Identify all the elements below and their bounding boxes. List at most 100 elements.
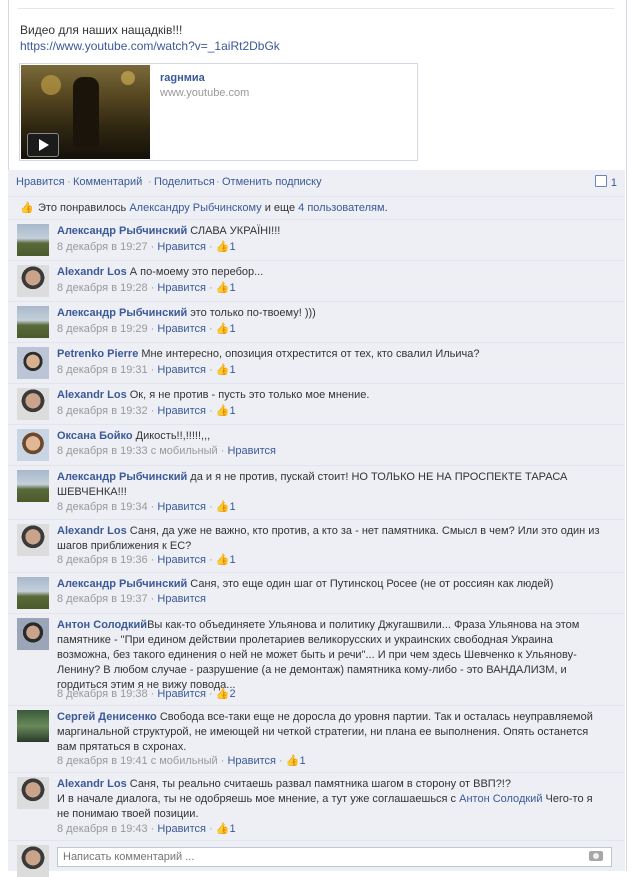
- separator-dot: ·: [148, 176, 152, 188]
- comment-time[interactable]: 8 декабря в 19:33: [57, 445, 148, 457]
- unsubscribe-link[interactable]: Отменить подписку: [222, 176, 322, 188]
- comment-time[interactable]: 8 декабря в 19:41: [57, 755, 148, 767]
- avatar[interactable]: [17, 710, 49, 742]
- comment-item: Александр Рыбчинский Саня, это еще один …: [8, 573, 625, 614]
- comment-author[interactable]: Alexandr Los: [57, 266, 127, 278]
- comment-time[interactable]: 8 декабря в 19:38: [57, 688, 148, 700]
- comment-like-value: 1: [229, 554, 236, 566]
- avatar[interactable]: [17, 347, 49, 379]
- other-likers-link[interactable]: 4 пользователям: [298, 202, 384, 214]
- share-link[interactable]: Поделиться: [154, 176, 215, 188]
- mention-link[interactable]: Антон Солодкий: [459, 793, 542, 805]
- comment-item: Alexandr Los Саня, да уже не важно, кто …: [8, 520, 625, 573]
- comment-like-count[interactable]: 👍1: [216, 823, 236, 835]
- comment-body: Petrenko Pierre Мне интересно, опозиция …: [57, 347, 602, 362]
- comment-time[interactable]: 8 декабря в 19:37: [57, 593, 148, 605]
- comment-like-count[interactable]: 👍1: [286, 755, 306, 767]
- avatar[interactable]: [17, 618, 49, 650]
- comment-time[interactable]: 8 декабря в 19:32: [57, 405, 148, 417]
- comment-like-link[interactable]: Нравится: [157, 241, 206, 253]
- comment-like-value: 1: [229, 823, 236, 835]
- comment-count-value: 1: [610, 177, 617, 189]
- comment-body: Alexandr Los Саня, ты реально считаешь р…: [57, 777, 602, 822]
- comment-time[interactable]: 8 декабря в 19:31: [57, 364, 148, 376]
- comment-author[interactable]: Александр Рыбчинский: [57, 578, 187, 590]
- comment-text: Ок, я не против - пусть это только мое м…: [129, 389, 370, 401]
- comment-like-value: 1: [229, 364, 236, 376]
- comment-item: Alexandr Los Ок, я не против - пусть это…: [8, 384, 625, 425]
- comment-like-link[interactable]: Нравится: [157, 554, 206, 566]
- video-attachment[interactable]: ragнмиа www.youtube.com: [19, 63, 418, 161]
- thumbs-up-icon: 👍: [215, 405, 230, 417]
- camera-icon[interactable]: [589, 851, 603, 861]
- comment-body: Александр Рыбчинский да и я не против, п…: [57, 470, 602, 500]
- comment-author[interactable]: Petrenko Pierre: [57, 348, 138, 360]
- likes-prefix: Это понравилось: [38, 202, 130, 214]
- comment-like-link[interactable]: Нравится: [157, 282, 206, 294]
- comment-item: Александр Рыбчинский это только по-твоем…: [8, 302, 625, 343]
- comment-author[interactable]: Антон Солодкий: [57, 619, 147, 631]
- comment-input[interactable]: [57, 847, 612, 867]
- comment-like-count[interactable]: 👍1: [216, 241, 236, 253]
- comment-author[interactable]: Сергей Денисенко: [57, 711, 157, 723]
- comment-time[interactable]: 8 декабря в 19:27: [57, 241, 148, 253]
- comment-text: Мне интересно, опозиция отхрестится от т…: [141, 348, 480, 360]
- thumb-light: [41, 75, 61, 95]
- comment-author[interactable]: Alexandr Los: [57, 389, 127, 401]
- comment-time[interactable]: 8 декабря в 19:29: [57, 323, 148, 335]
- comment-like-count[interactable]: 👍1: [216, 323, 236, 335]
- comment-like-link[interactable]: Нравится: [227, 755, 276, 767]
- thumbs-up-icon: 👍: [285, 755, 300, 767]
- comment-like-link[interactable]: Нравится: [157, 688, 206, 700]
- comment-like-link[interactable]: Нравится: [157, 323, 206, 335]
- comment-like-count[interactable]: 👍1: [216, 554, 236, 566]
- comment-link[interactable]: Комментарий: [73, 176, 142, 188]
- play-icon[interactable]: [27, 133, 59, 157]
- comment-author[interactable]: Александр Рыбчинский: [57, 307, 187, 319]
- comment-author[interactable]: Alexandr Los: [57, 778, 127, 790]
- comment-time[interactable]: 8 декабря в 19:36: [57, 554, 148, 566]
- comment-like-count[interactable]: 👍1: [216, 501, 236, 513]
- avatar[interactable]: [17, 524, 49, 556]
- comment-author[interactable]: Александр Рыбчинский: [57, 225, 187, 237]
- video-thumbnail[interactable]: [21, 65, 150, 159]
- comment-like-link[interactable]: Нравится: [157, 593, 206, 605]
- comment-author[interactable]: Оксана Бойко: [57, 430, 133, 442]
- avatar[interactable]: [17, 470, 49, 502]
- comment-time[interactable]: 8 декабря в 19:28: [57, 282, 148, 294]
- comment-like-count[interactable]: 👍2: [216, 688, 236, 700]
- comment-author[interactable]: Alexandr Los: [57, 525, 127, 537]
- comment-meta: 8 декабря в 19:36 · Нравится · 👍1: [57, 554, 236, 566]
- comment-like-count[interactable]: 👍1: [216, 282, 236, 294]
- comment-like-count[interactable]: 👍1: [216, 405, 236, 417]
- avatar[interactable]: [17, 306, 49, 338]
- comment-text: А по-моему это перебор...: [129, 266, 264, 278]
- comment-count[interactable]: 1: [594, 175, 617, 189]
- comment-body: Alexandr Los А по-моему это перебор...: [57, 265, 602, 280]
- comment-like-link[interactable]: Нравится: [227, 445, 276, 457]
- comment-time[interactable]: 8 декабря в 19:43: [57, 823, 148, 835]
- comment-item: Alexandr Los Саня, ты реально считаешь р…: [8, 773, 625, 841]
- comment-item: Сергей Денисенко Свобода все-таки еще не…: [8, 706, 625, 773]
- comment-like-link[interactable]: Нравится: [157, 364, 206, 376]
- avatar[interactable]: [17, 224, 49, 256]
- post-link[interactable]: https://www.youtube.com/watch?v=_1aiRt2D…: [20, 38, 280, 54]
- comment-like-count[interactable]: 👍1: [216, 364, 236, 376]
- comment-like-link[interactable]: Нравится: [157, 405, 206, 417]
- avatar[interactable]: [17, 265, 49, 297]
- avatar[interactable]: [17, 777, 49, 809]
- comment-like-link[interactable]: Нравится: [157, 823, 206, 835]
- avatar[interactable]: [17, 429, 49, 461]
- comment-like-link[interactable]: Нравится: [157, 501, 206, 513]
- comment-text: Саня, да уже не важно, кто против, а кто…: [57, 525, 600, 552]
- liker-link[interactable]: Александру Рыбчинскому: [129, 202, 261, 214]
- avatar[interactable]: [17, 577, 49, 609]
- comment-body: Антон СолодкийВы как-то объединяете Улья…: [57, 618, 602, 693]
- comment-item: Alexandr Los А по-моему это перебор... 8…: [8, 261, 625, 302]
- like-link[interactable]: Нравится: [16, 176, 65, 188]
- attachment-title[interactable]: ragнмиа: [160, 72, 205, 84]
- comment-time[interactable]: 8 декабря в 19:34: [57, 501, 148, 513]
- avatar[interactable]: [17, 388, 49, 420]
- comment-author[interactable]: Александр Рыбчинский: [57, 471, 187, 483]
- likes-text: Это понравилось Александру Рыбчинскому и…: [38, 202, 388, 214]
